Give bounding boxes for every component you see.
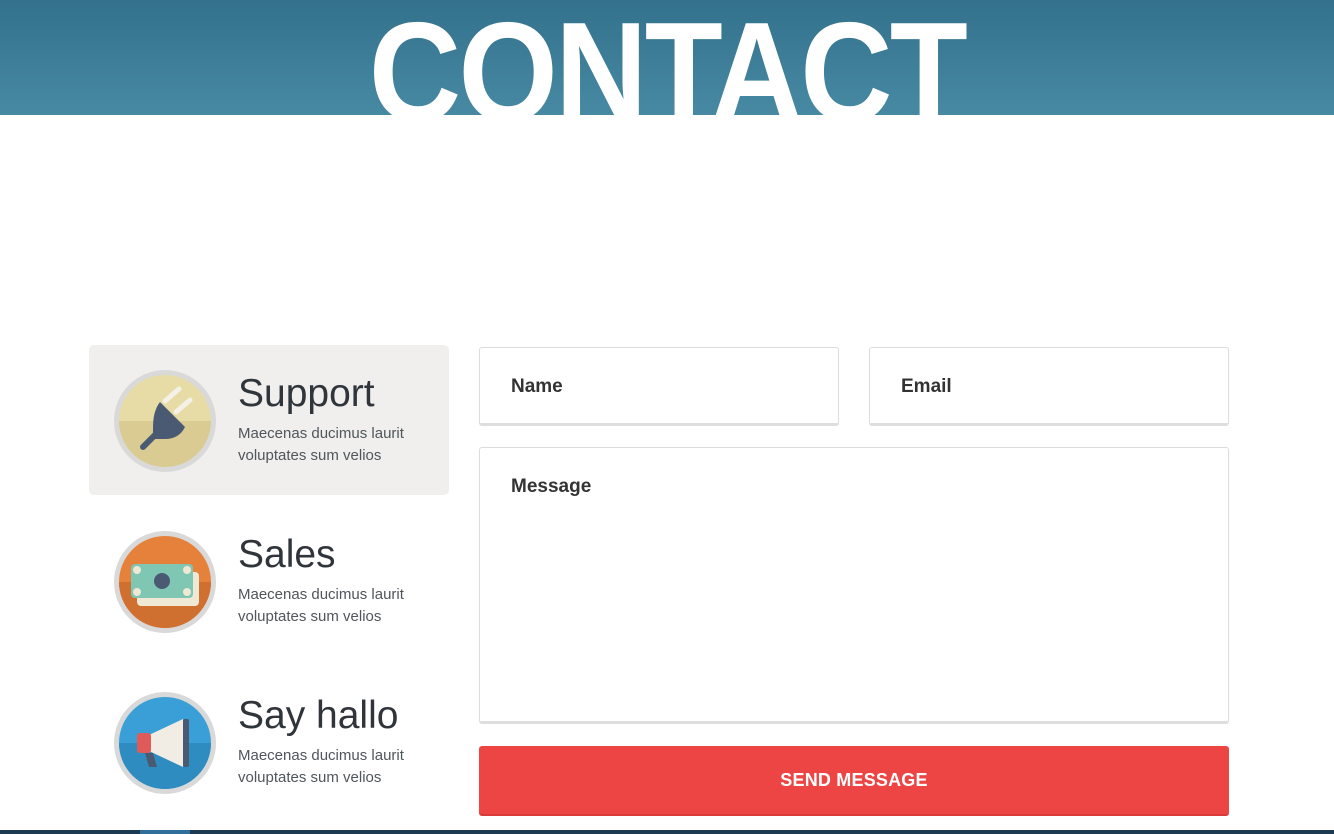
- money-icon: [113, 530, 217, 634]
- channel-description: Maecenas ducimus laurit voluptates sum v…: [238, 425, 404, 464]
- email-field[interactable]: Email: [869, 347, 1229, 426]
- channel-title: Sales: [238, 533, 336, 576]
- channel-support[interactable]: Support Maecenas ducimus laurit voluptat…: [89, 345, 449, 495]
- channel-description: Maecenas ducimus laurit voluptates sum v…: [238, 586, 404, 625]
- message-field[interactable]: Message: [479, 447, 1229, 724]
- bottom-edge-bar: [0, 830, 1334, 834]
- email-placeholder: Email: [901, 376, 952, 397]
- plug-icon: [113, 369, 217, 473]
- channel-title: Support: [238, 372, 375, 415]
- channel-say-hallo[interactable]: Say hallo Maecenas ducimus laurit volupt…: [89, 667, 449, 817]
- contact-channels: Support Maecenas ducimus laurit voluptat…: [89, 345, 449, 828]
- megaphone-icon: [113, 691, 217, 795]
- contact-header: CONTACT: [0, 0, 1334, 115]
- channel-description: Maecenas ducimus laurit voluptates sum v…: [238, 747, 404, 786]
- channel-title: Say hallo: [238, 694, 399, 737]
- name-placeholder: Name: [511, 376, 563, 397]
- message-placeholder: Message: [511, 476, 592, 497]
- send-message-button[interactable]: SEND MESSAGE: [479, 746, 1229, 816]
- bottom-edge-tab: [140, 830, 190, 834]
- page-title: CONTACT: [368, 0, 968, 116]
- channel-sales[interactable]: Sales Maecenas ducimus laurit voluptates…: [89, 506, 449, 656]
- name-field[interactable]: Name: [479, 347, 839, 426]
